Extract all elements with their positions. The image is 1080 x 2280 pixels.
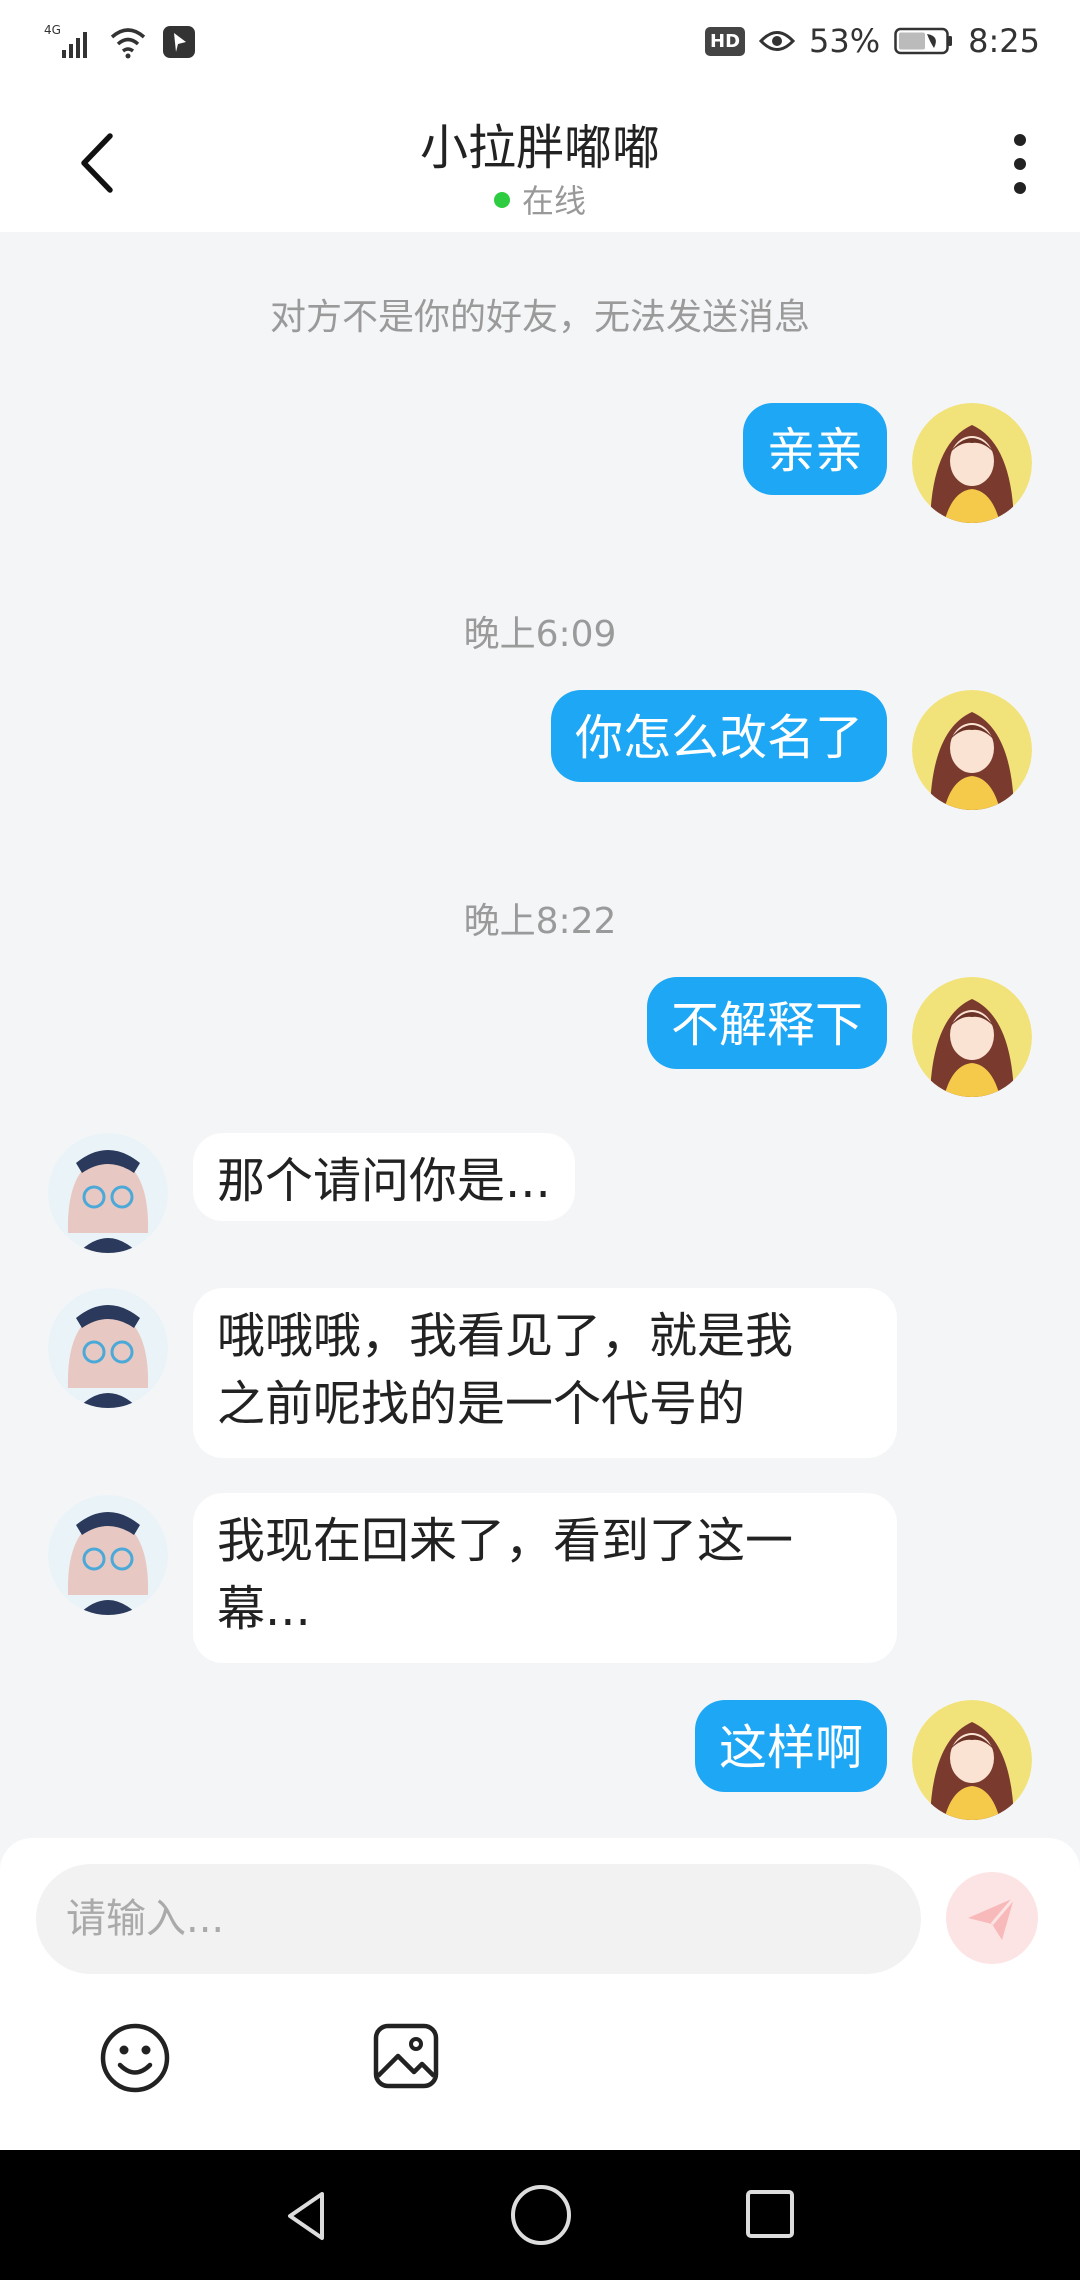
message-bubble-sent[interactable]: 亲亲: [742, 403, 887, 495]
avatar-image: [48, 1495, 168, 1615]
message-bubble-received[interactable]: 那个请问你是...: [193, 1133, 575, 1221]
message-bubble-received[interactable]: 我现在回来了，看到了这一 幕...: [193, 1493, 897, 1663]
timestamp: 晚上6:09: [463, 614, 617, 655]
emoji-icon[interactable]: [99, 2022, 171, 2094]
system-nav-bar: [0, 2150, 1080, 2280]
status-right: HD 53% 8:25: [705, 22, 1040, 60]
avatar-image: [912, 1700, 1032, 1820]
message-bubble-sent[interactable]: 不解释下: [646, 977, 887, 1069]
nav-recent-apps-icon[interactable]: [742, 2186, 798, 2242]
not-friend-notice: 对方不是你的好友，无法发送消息: [269, 297, 810, 338]
message-bubble-received[interactable]: 哦哦哦，我看见了，就是我 之前呢找的是一个代号的: [193, 1288, 897, 1458]
avatar-image: [912, 690, 1032, 810]
nav-back-icon[interactable]: [278, 2186, 338, 2246]
my-avatar[interactable]: [912, 403, 1032, 523]
wifi-icon: [110, 28, 146, 59]
online-dot-icon: [493, 192, 510, 208]
hd-icon: HD: [705, 26, 746, 56]
avatar-image: [912, 977, 1032, 1097]
contact-avatar[interactable]: [48, 1133, 168, 1253]
nav-home-icon[interactable]: [508, 2182, 574, 2248]
chat-header: 小拉胖嘟嘟 在线: [0, 90, 1080, 232]
contact-name: 小拉胖嘟嘟: [419, 120, 660, 176]
more-options-icon[interactable]: [1000, 130, 1040, 200]
my-avatar[interactable]: [912, 977, 1032, 1097]
contact-avatar[interactable]: [48, 1495, 168, 1615]
contact-avatar[interactable]: [48, 1288, 168, 1408]
network-type: 4G: [44, 23, 61, 37]
status-bar: 4G HD 53% 8:25: [0, 0, 1080, 90]
send-icon: [968, 1897, 1016, 1940]
send-button[interactable]: [946, 1872, 1038, 1964]
app-notification-icon: [163, 26, 195, 58]
message-bubble-sent[interactable]: 你怎么改名了: [550, 690, 887, 782]
battery-percent: 53%: [809, 22, 881, 60]
avatar-image: [48, 1133, 168, 1253]
my-avatar[interactable]: [912, 1700, 1032, 1820]
timestamp: 晚上8:22: [463, 901, 617, 942]
message-composer: [0, 1838, 1080, 2150]
online-status: 在线: [0, 176, 1080, 222]
my-avatar[interactable]: [912, 690, 1032, 810]
status-left: 4G: [44, 22, 196, 62]
battery-icon: [894, 27, 953, 55]
online-status-label: 在线: [521, 182, 586, 220]
avatar-image: [48, 1288, 168, 1408]
image-icon[interactable]: [372, 2022, 440, 2090]
avatar-image: [912, 403, 1032, 523]
signal-icon: 4G: [44, 23, 87, 58]
message-bubble-sent[interactable]: 这样啊: [694, 1700, 887, 1792]
message-input[interactable]: [36, 1864, 921, 1974]
eye-icon: [759, 31, 796, 51]
status-time: 8:25: [968, 22, 1040, 60]
